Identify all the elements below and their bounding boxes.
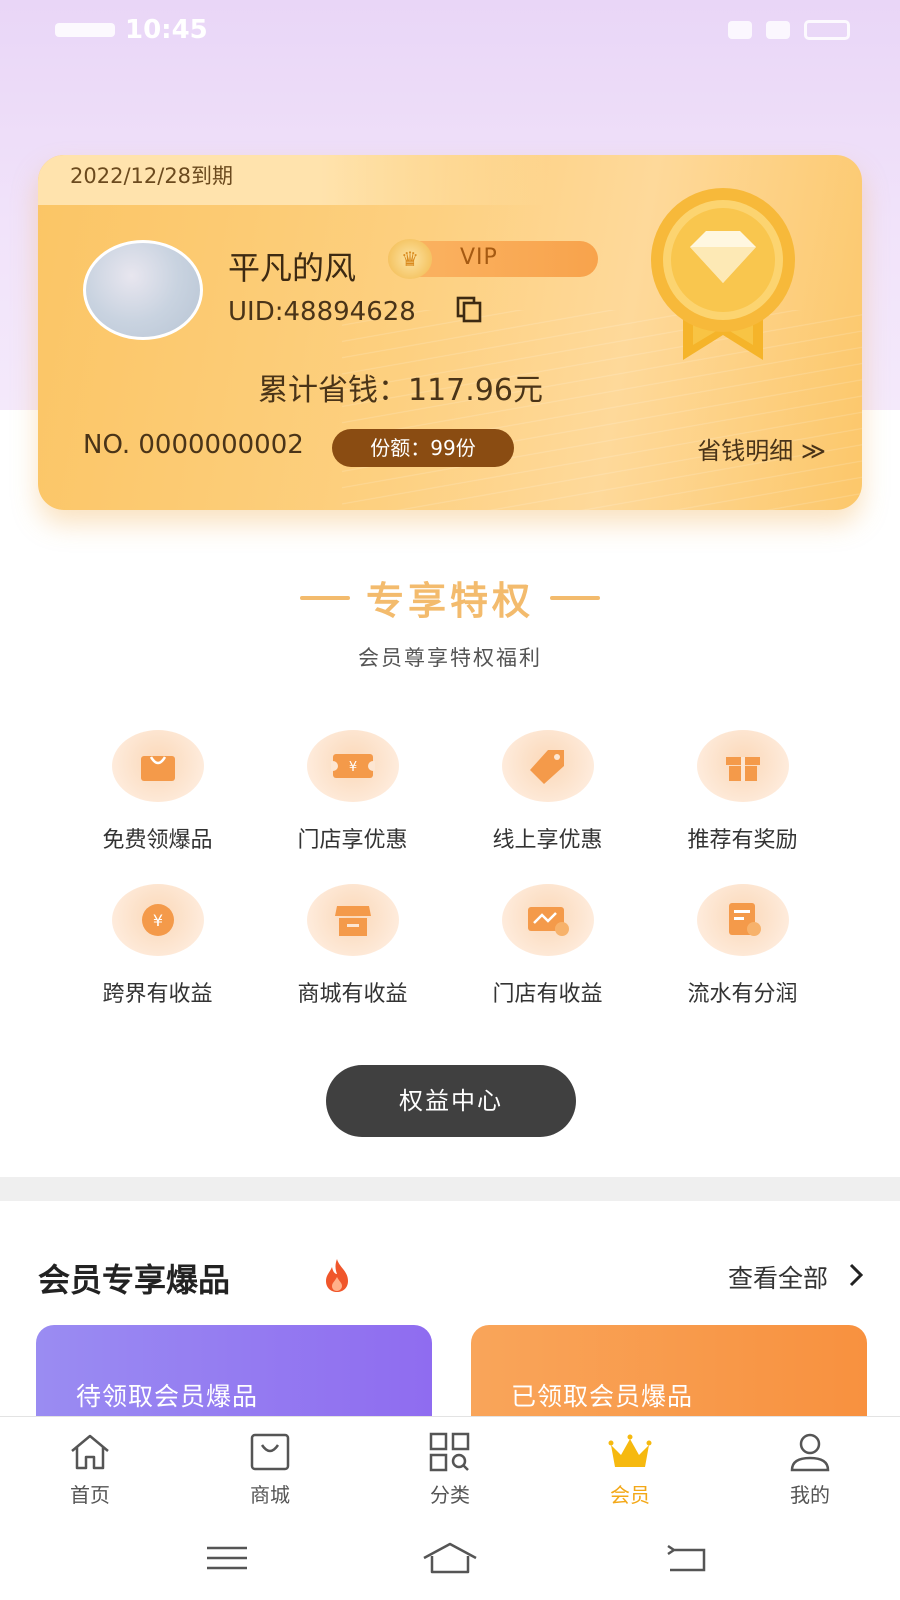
- tab-label: 我的: [790, 1483, 830, 1507]
- shopping-bag-icon: [111, 730, 204, 802]
- title-line-right: [550, 595, 600, 600]
- savings-detail-link[interactable]: 省钱明细 ≫: [697, 431, 826, 466]
- tab-category[interactable]: 分类: [360, 1417, 540, 1516]
- status-left: 10:45: [55, 15, 208, 45]
- privilege-item-referral-reward[interactable]: 推荐有奖励: [645, 730, 840, 854]
- privilege-item-crossover-income[interactable]: ¥ 跨界有收益: [60, 884, 255, 1008]
- privileges-subtitle: 会员尊享特权福利: [358, 646, 542, 670]
- user-id: UID:48894628: [228, 297, 416, 327]
- vip-badge: ♛ VIP: [388, 239, 598, 279]
- status-right: [728, 20, 850, 40]
- privileges-title: 专享特权: [365, 579, 534, 623]
- chevron-right-icon[interactable]: [844, 1261, 868, 1289]
- privilege-item-mall-income[interactable]: 商城有收益: [255, 884, 450, 1008]
- category-grid-icon: [429, 1432, 470, 1472]
- tab-profile[interactable]: 我的: [720, 1417, 900, 1516]
- privilege-item-online-discount[interactable]: 线上享优惠: [450, 730, 645, 854]
- home-nav-icon[interactable]: [420, 1538, 480, 1578]
- vip-badge-text: VIP: [460, 245, 498, 270]
- privilege-label: 免费领爆品: [102, 828, 213, 853]
- user-icon: [790, 1433, 830, 1472]
- quota-badge: 份额：99份: [332, 429, 514, 467]
- notification-icon: [728, 21, 752, 39]
- gift-icon: [696, 730, 789, 802]
- battery-icon: [804, 20, 850, 40]
- price-tag-icon: [501, 730, 594, 802]
- privileges-header: 专享特权: [0, 570, 900, 625]
- privilege-item-store-income[interactable]: 门店有收益: [450, 884, 645, 1008]
- rights-center-button[interactable]: 权益中心: [326, 1065, 576, 1137]
- featured-title: 会员专享爆品: [38, 1261, 231, 1299]
- crown-icon: [608, 1434, 652, 1467]
- fire-icon: [326, 1259, 348, 1292]
- tab-label: 首页: [70, 1483, 110, 1507]
- yuan-coin-icon: ¥: [111, 884, 204, 956]
- tab-mall[interactable]: 商城: [180, 1417, 360, 1516]
- bottom-tab-bar: 首页 商城 分类 会员 我的: [0, 1416, 900, 1516]
- section-divider: [0, 1177, 900, 1201]
- featured-section-header: 会员专享爆品 查看全部: [38, 1255, 868, 1299]
- expiry-tag: 2022/12/28到期: [38, 155, 548, 205]
- tab-home[interactable]: 首页: [0, 1417, 180, 1516]
- tab-label: 分类: [430, 1483, 470, 1507]
- copy-icon[interactable]: [455, 295, 483, 323]
- crown-icon: ♛: [388, 239, 432, 279]
- menu-icon[interactable]: [204, 1538, 250, 1578]
- privilege-label: 流水有分润: [687, 982, 798, 1007]
- privileges-title-wrap: 专享特权: [299, 570, 600, 625]
- signal-icon: [55, 23, 115, 37]
- privilege-item-free-products[interactable]: 免费领爆品: [60, 730, 255, 854]
- diamond-medal-icon: [651, 188, 795, 360]
- back-icon[interactable]: [664, 1538, 710, 1578]
- wifi-icon: [766, 21, 790, 39]
- privileges-grid: 免费领爆品 ¥ 门店享优惠 线上享优惠 推荐有奖励 ¥ 跨界有收益 商城有收益: [60, 730, 840, 1008]
- privilege-item-revenue-share[interactable]: 流水有分润: [645, 884, 840, 1008]
- privilege-label: 商城有收益: [297, 982, 408, 1007]
- privilege-label: 门店有收益: [492, 982, 603, 1007]
- store-icon: [306, 884, 399, 956]
- tab-label: 商城: [250, 1483, 290, 1507]
- svg-text:¥: ¥: [348, 760, 356, 775]
- username: 平凡的风: [228, 249, 357, 287]
- status-time: 10:45: [125, 15, 208, 45]
- home-icon: [71, 1434, 109, 1470]
- status-bar: 10:45: [0, 0, 900, 60]
- revenue-card-icon: [501, 884, 594, 956]
- ledger-icon: [696, 884, 789, 956]
- view-all-link[interactable]: 查看全部: [728, 1259, 828, 1295]
- privilege-label: 跨界有收益: [102, 982, 213, 1007]
- privilege-item-store-discount[interactable]: ¥ 门店享优惠: [255, 730, 450, 854]
- privilege-label: 线上享优惠: [492, 828, 603, 853]
- tab-member[interactable]: 会员: [540, 1417, 720, 1516]
- vip-member-card: 2022/12/28到期 平凡的风 ♛ VIP UID:48894628 累计省…: [38, 155, 862, 510]
- privilege-label: 推荐有奖励: [687, 828, 798, 853]
- title-line-left: [299, 595, 350, 600]
- avatar[interactable]: [83, 240, 203, 340]
- card-number: NO. 0000000002: [83, 430, 304, 460]
- privilege-label: 门店享优惠: [297, 828, 408, 853]
- svg-text:¥: ¥: [152, 911, 162, 930]
- coupon-icon: ¥: [306, 730, 399, 802]
- system-navigation-bar: [0, 1516, 900, 1600]
- shop-bag-icon: [250, 1433, 290, 1471]
- total-savings: 累计省钱：117.96元: [258, 373, 543, 408]
- tab-label: 会员: [610, 1483, 650, 1507]
